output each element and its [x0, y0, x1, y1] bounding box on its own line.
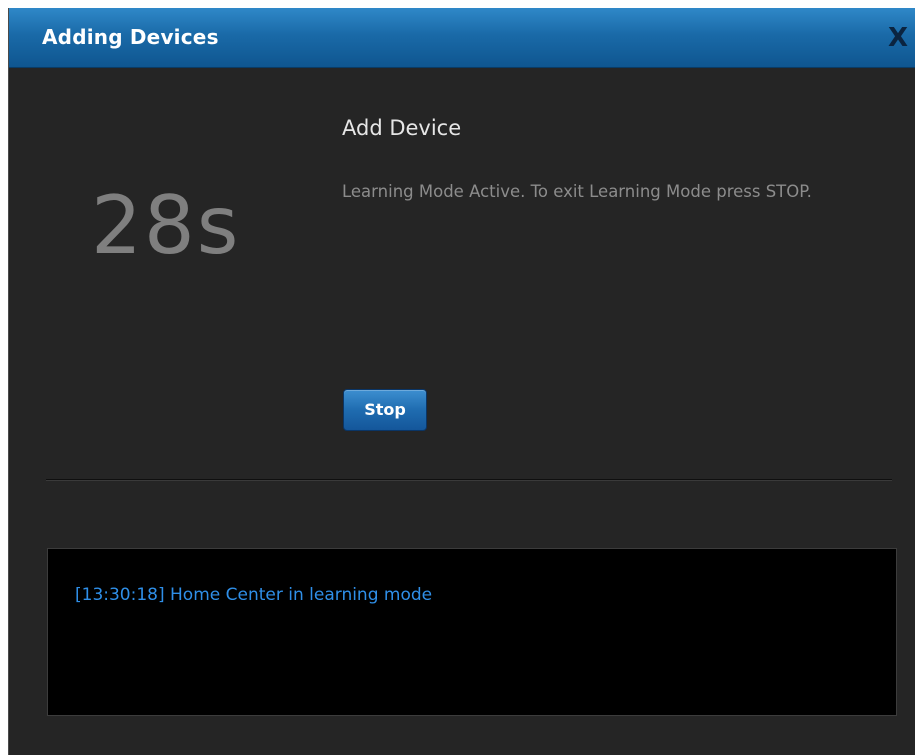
dialog-titlebar: Adding Devices X [9, 8, 915, 68]
adding-devices-dialog: Adding Devices X 28s Add Device Learning… [8, 8, 915, 755]
dialog-title: Adding Devices [42, 25, 219, 49]
close-icon[interactable]: X [881, 22, 915, 54]
log-panel: [13:30:18] Home Center in learning mode [47, 548, 897, 716]
divider [46, 479, 892, 481]
learning-mode-message: Learning Mode Active. To exit Learning M… [342, 182, 812, 201]
log-entry: [13:30:18] Home Center in learning mode [75, 585, 433, 605]
countdown-timer: 28s [91, 179, 241, 272]
section-heading: Add Device [342, 116, 462, 140]
stop-button[interactable]: Stop [343, 389, 427, 431]
